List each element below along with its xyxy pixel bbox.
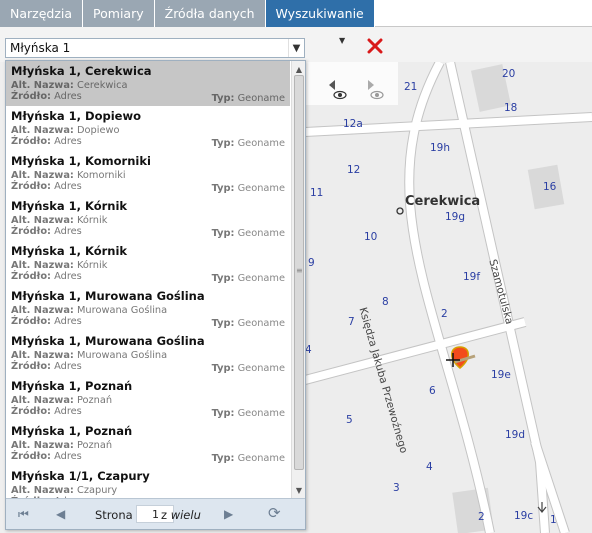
result-title: Młyńska 1, Poznań — [11, 379, 133, 393]
results-list: Młyńska 1, Cerekwica Alt. Nazwa: Cerekwic… — [6, 61, 290, 498]
list-item[interactable]: Młyńska 1/1, CzapuryAlt. Nazwa: CzapuryŹ… — [6, 466, 290, 498]
house-number: 12a — [343, 118, 363, 130]
result-title: Młyńska 1, Murowana Goślina — [11, 334, 205, 348]
house-number: 7 — [348, 316, 355, 328]
pan-forward-icon[interactable] — [368, 80, 374, 90]
search-combobox[interactable]: Młyńska 1 ▼ — [5, 38, 305, 58]
prev-page-icon[interactable]: ◀ — [56, 507, 65, 521]
result-alt-name: Alt. Nazwa: Poznań — [11, 440, 113, 451]
result-type: Typ: Geoname — [211, 228, 285, 239]
result-alt-name: Alt. Nazwa: Murowana Goślina — [11, 350, 168, 361]
close-icon[interactable] — [366, 37, 384, 55]
result-title: Młyńska 1, Poznań — [11, 424, 133, 438]
house-number: 11 — [310, 187, 324, 199]
tabs: Narzędzia Pomiary Źródła danych Wyszukiw… — [0, 0, 375, 27]
place-name: Cerekwica — [405, 194, 481, 209]
result-title: Młyńska 1, Cerekwica — [11, 64, 152, 78]
house-number: 19d — [505, 429, 526, 441]
list-item[interactable]: Młyńska 1, Dopiewo Alt. Nazwa: Dopiewo Źró… — [6, 106, 290, 151]
result-type: Typ: Geoname — [211, 408, 285, 419]
tab-narzedzia[interactable]: Narzędzia — [0, 0, 84, 27]
result-type: Typ: Geoname — [211, 183, 285, 194]
result-title: Młyńska 1, Dopiewo — [11, 109, 141, 123]
house-number: 8 — [382, 296, 389, 308]
result-type: Typ: Geoname — [211, 363, 285, 374]
house-number: 4 — [426, 461, 433, 473]
page-label: Strona — [95, 508, 133, 522]
result-title: Młyńska 1, Kórnik — [11, 199, 128, 213]
search-input[interactable]: Młyńska 1 — [10, 41, 70, 55]
list-item[interactable]: Młyńska 1, Kórnik Alt. Nazwa: Kórnik Źródł… — [6, 196, 290, 241]
house-number: 10 — [364, 231, 378, 243]
list-item[interactable]: Młyńska 1, Murowana Goślina Alt. Nazwa: M… — [6, 286, 290, 331]
list-item[interactable]: Młyńska 1, Cerekwica Alt. Nazwa: Cerekwic… — [6, 61, 290, 106]
house-number: 2 — [441, 308, 448, 320]
result-alt-name: Alt. Nazwa: Poznań — [11, 395, 113, 406]
list-item[interactable]: Młyńska 1, Poznań Alt. Nazwa: Poznań Źródł… — [6, 421, 290, 466]
tab-wyszukiwanie[interactable]: Wyszukiwanie — [265, 0, 375, 27]
search-results-dropdown: Młyńska 1, Cerekwica Alt. Nazwa: Cerekwic… — [5, 60, 306, 530]
house-number: 20 — [502, 68, 516, 80]
scrollbar[interactable]: ▲ ≡ ▼ — [291, 61, 305, 498]
result-type: Typ: Geoname — [211, 273, 285, 284]
result-type: Typ: Geoname — [211, 138, 285, 149]
list-item[interactable]: Młyńska 1, Komorniki Alt. Nazwa: Komornik… — [6, 151, 290, 196]
eye-icon[interactable] — [370, 90, 384, 100]
house-number: 19e — [491, 369, 511, 381]
search-toolbar: Młyńska 1 ▼ ▼ — [0, 27, 592, 62]
house-number: 19g — [445, 211, 466, 223]
result-title: Młyńska 1, Kórnik — [11, 244, 128, 258]
tab-zrodla-danych[interactable]: Źródła danych — [154, 0, 266, 27]
list-item[interactable]: Młyńska 1, Murowana Goślina Alt. Nazwa: M… — [6, 331, 290, 376]
house-number: 5 — [346, 414, 353, 426]
house-number: 12 — [347, 164, 361, 176]
page-number: 1 — [152, 508, 159, 521]
chevron-down-icon[interactable]: ▼ — [339, 36, 345, 45]
pan-back-icon[interactable] — [329, 80, 335, 90]
list-item[interactable]: Młyńska 1, Poznań Alt. Nazwa: Poznań Źródł… — [6, 376, 290, 421]
page-count: z wielu — [161, 508, 201, 522]
house-number: 2 — [478, 511, 485, 523]
house-number: 19h — [430, 142, 451, 154]
scrollbar-thumb[interactable]: ≡ — [294, 75, 304, 470]
result-alt-name: Alt. Nazwa: Dopiewo — [11, 125, 120, 136]
list-item[interactable]: Młyńska 1, Kórnik Alt. Nazwa: Kórnik Źródł… — [6, 241, 290, 286]
house-number: 1 — [550, 514, 557, 526]
result-title: Młyńska 1, Murowana Goślina — [11, 289, 205, 303]
pager: ⏮ ◀ Strona 1 z wielu ▶ ⟳ — [6, 498, 305, 529]
result-alt-name: Alt. Nazwa: Czapury — [11, 485, 118, 496]
result-alt-name: Alt. Nazwa: Komorniki — [11, 170, 126, 181]
refresh-icon[interactable]: ⟳ — [268, 504, 281, 522]
house-number: 18 — [504, 102, 518, 114]
scroll-down-icon[interactable]: ▼ — [292, 484, 305, 496]
eye-icon[interactable] — [333, 90, 347, 100]
result-alt-name: Alt. Nazwa: Murowana Goślina — [11, 305, 168, 316]
result-alt-name: Alt. Nazwa: Cerekwica — [11, 80, 128, 91]
house-number: 4 — [305, 344, 312, 356]
result-alt-name: Alt. Nazwa: Kórnik — [11, 260, 108, 271]
house-number: 16 — [543, 181, 557, 193]
first-page-icon[interactable]: ⏮ — [18, 507, 29, 522]
house-number: 19f — [463, 271, 481, 283]
map-view[interactable]: 20 21 18 12a 19h 12 16 11 Cerekwica 10 1… — [305, 62, 592, 533]
result-type: Typ: Geoname — [211, 93, 285, 104]
next-page-icon[interactable]: ▶ — [224, 507, 233, 521]
house-number: 3 — [393, 482, 400, 494]
tab-bar: Narzędzia Pomiary Źródła danych Wyszukiw… — [0, 0, 592, 27]
house-number: 6 — [429, 385, 436, 397]
house-number: 19c — [514, 510, 534, 522]
house-number: 9 — [308, 257, 315, 269]
result-type: Typ: Geoname — [211, 318, 285, 329]
scroll-up-icon[interactable]: ▲ — [292, 63, 305, 75]
map-nav-tools — [305, 62, 398, 105]
map-canvas — [305, 62, 592, 533]
result-type: Typ: Geoname — [211, 453, 285, 464]
result-title: Młyńska 1/1, Czapury — [11, 469, 150, 483]
house-number: 21 — [404, 81, 418, 93]
chevron-down-icon[interactable]: ▼ — [288, 39, 304, 57]
tab-pomiary[interactable]: Pomiary — [83, 0, 155, 27]
result-alt-name: Alt. Nazwa: Kórnik — [11, 215, 108, 226]
result-title: Młyńska 1, Komorniki — [11, 154, 151, 168]
